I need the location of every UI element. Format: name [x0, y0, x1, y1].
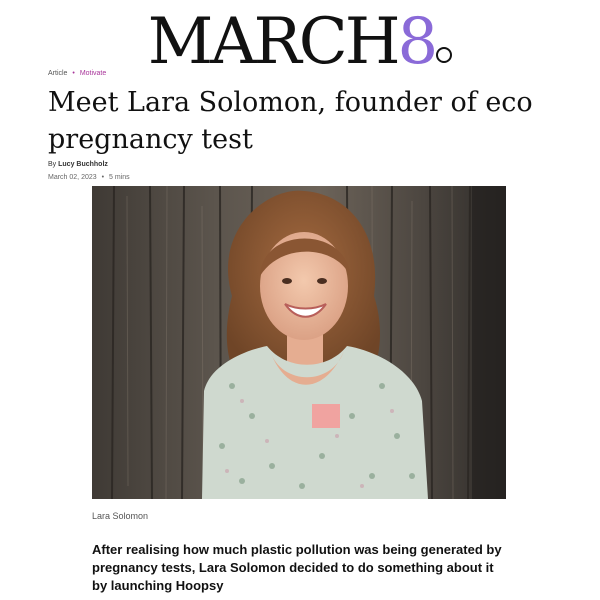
logo-number: 8	[397, 5, 439, 79]
article-lede: After realising how much plastic polluti…	[92, 542, 502, 593]
meta-separator: •	[101, 174, 105, 181]
breadcrumb-separator: •	[72, 70, 75, 77]
read-time: 5 mins	[109, 174, 130, 181]
hero-photo	[92, 186, 506, 499]
breadcrumb: Article • Motivate	[48, 70, 106, 77]
publish-date: March 02, 2023	[48, 174, 97, 181]
image-caption: Lara Solomon	[92, 511, 149, 521]
byline: By Lucy Buchholz	[48, 161, 108, 168]
byline-prefix: By	[48, 161, 57, 168]
site-logo[interactable]: MARCH8	[0, 6, 600, 78]
article-headline: Meet Lara Solomon, founder of eco pregna…	[48, 87, 533, 155]
author-link[interactable]: Lucy Buchholz	[58, 161, 108, 168]
portrait-illustration	[92, 186, 506, 499]
breadcrumb-section[interactable]: Article	[48, 70, 67, 77]
article-meta: March 02, 2023 • 5 mins	[48, 174, 130, 181]
logo-word: MARCH	[147, 5, 401, 79]
breadcrumb-category[interactable]: Motivate	[80, 70, 106, 77]
logo-dot	[436, 47, 453, 63]
